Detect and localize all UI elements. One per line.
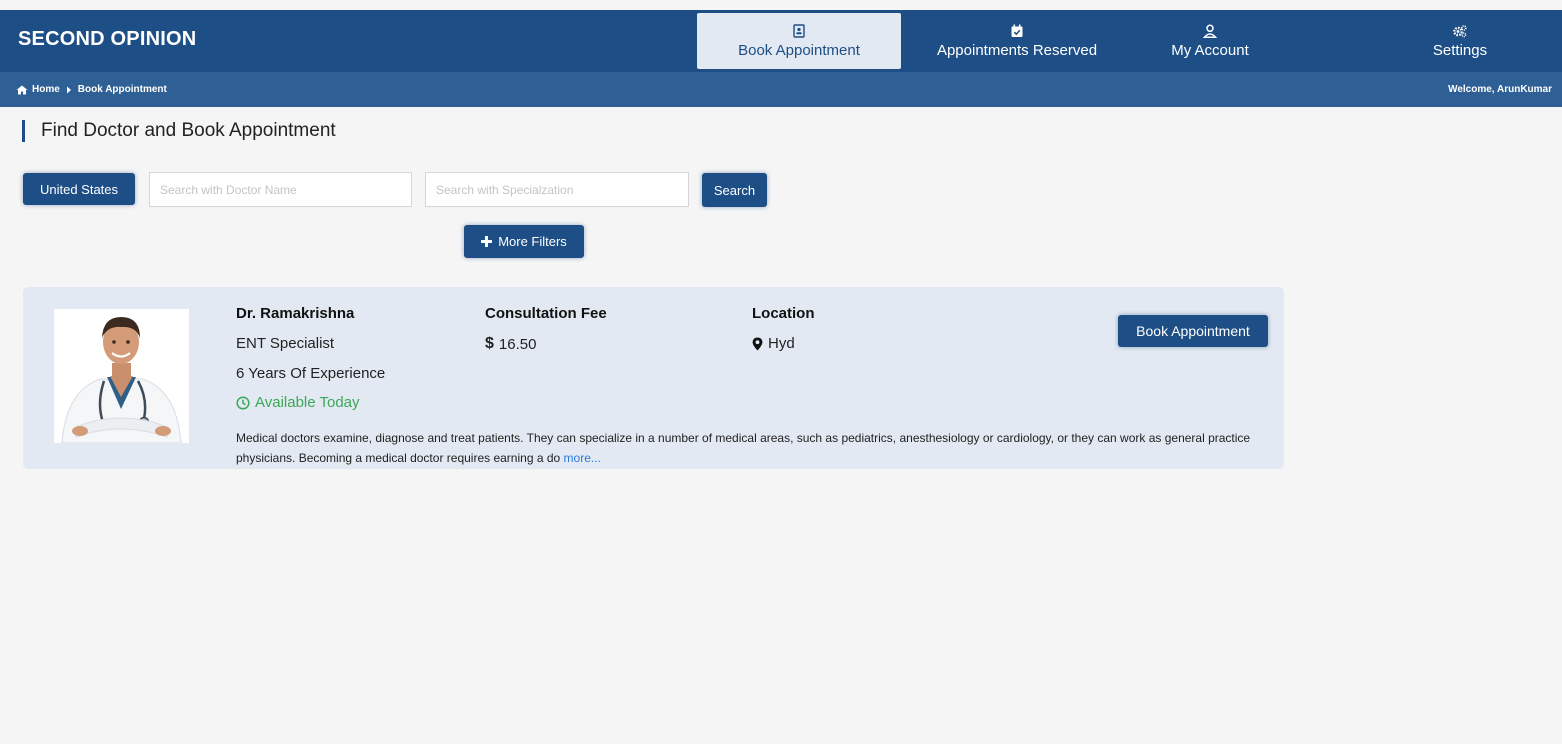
consultation-fee-value: $ 16.50 [485, 335, 536, 353]
calendar-check-icon [1011, 24, 1023, 37]
fee-amount: 16.50 [498, 335, 537, 353]
doctor-card: Dr. Ramakrishna ENT Specialist 6 Years O… [23, 287, 1284, 469]
country-select-button[interactable]: United States [23, 173, 135, 205]
specialization-search-input[interactable] [425, 172, 689, 207]
more-filters-button[interactable]: More Filters [464, 225, 584, 258]
page-title: Find Doctor and Book Appointment [22, 120, 336, 142]
plus-icon [481, 236, 493, 247]
doctor-avatar-illustration [54, 309, 189, 443]
nav-book-appointment[interactable]: Book Appointment [697, 13, 901, 69]
brand-logo[interactable]: SECOND OPINION [18, 28, 196, 51]
more-filters-label: More Filters [498, 234, 567, 249]
doctor-name[interactable]: Dr. Ramakrishna [236, 305, 354, 322]
location-text: Hyd [768, 335, 795, 352]
search-button[interactable]: Search [702, 173, 767, 207]
top-navbar: SECOND OPINION Book Appointment Appointm… [0, 10, 1562, 72]
home-icon[interactable] [16, 85, 28, 95]
doctor-experience: 6 Years Of Experience [236, 365, 386, 382]
user-icon [1203, 24, 1217, 38]
book-appointment-button[interactable]: Book Appointment [1118, 315, 1268, 347]
availability-status: Available Today [236, 394, 360, 411]
breadcrumb-home[interactable]: Home [32, 84, 60, 95]
doctor-photo [54, 309, 189, 443]
doctor-specialty: ENT Specialist [236, 335, 335, 352]
breadcrumb-bar: Home Book Appointment Welcome, ArunKumar [0, 72, 1562, 107]
consultation-fee-label: Consultation Fee [485, 305, 607, 322]
breadcrumb: Home Book Appointment [16, 84, 167, 95]
gears-icon [1453, 24, 1467, 37]
map-marker-icon [752, 337, 763, 350]
breadcrumb-current: Book Appointment [77, 84, 167, 95]
nav-appointments-reserved[interactable]: Appointments Reserved [915, 13, 1119, 69]
welcome-text: Welcome, ArunKumar [1448, 84, 1552, 95]
doctor-name-search-input[interactable] [149, 172, 412, 207]
nav-settings[interactable]: Settings [1400, 13, 1520, 69]
caret-right-icon [66, 86, 71, 93]
nav-settings-label: Settings [1432, 41, 1488, 59]
doctor-description: Medical doctors examine, diagnose and tr… [236, 428, 1276, 468]
currency-symbol: $ [485, 335, 494, 352]
nav-my-account[interactable]: My Account [1140, 13, 1280, 69]
nav-reserved-label: Appointments Reserved [936, 41, 1098, 59]
availability-label: Available Today [255, 394, 360, 411]
location-value: Hyd [752, 335, 795, 352]
contact-card-icon [793, 23, 805, 38]
clock-icon [236, 395, 250, 410]
nav-book-label: Book Appointment [738, 41, 860, 59]
location-label: Location [752, 305, 815, 322]
nav-account-label: My Account [1171, 41, 1249, 59]
description-text: Medical doctors examine, diagnose and tr… [236, 431, 1251, 465]
more-link[interactable]: more... [564, 451, 601, 465]
